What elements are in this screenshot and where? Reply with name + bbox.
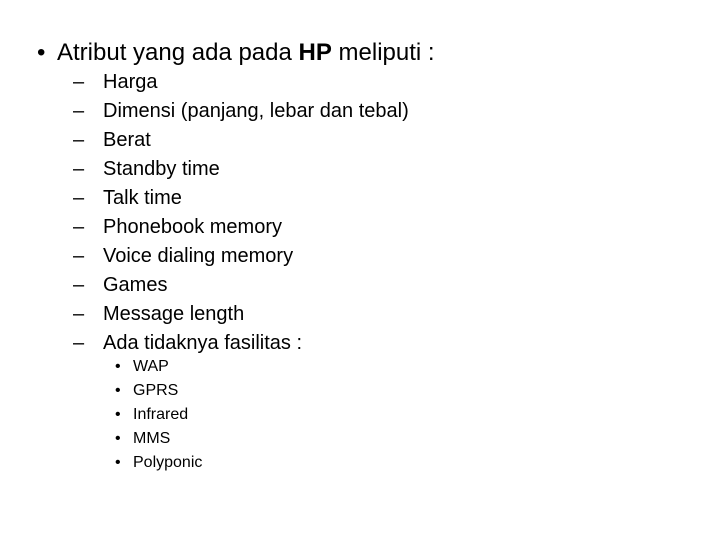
bullet-icon: •: [115, 454, 121, 471]
dash-icon: –: [73, 332, 85, 354]
dash-icon: –: [73, 303, 85, 325]
dash-icon: –: [73, 216, 85, 238]
bold-text: HP: [298, 39, 332, 66]
bullet-icon: •: [115, 358, 121, 375]
dash-icon: –: [73, 100, 85, 122]
bullet-icon: •: [115, 406, 121, 423]
bullet-icon: •: [115, 430, 121, 447]
dash-icon: –: [73, 158, 85, 180]
dash-icon: –: [73, 187, 85, 209]
bullet-icon: •: [37, 39, 46, 66]
dash-icon: –: [73, 245, 85, 267]
dash-icon: –: [73, 71, 85, 93]
dash-icon: –: [73, 129, 85, 151]
dash-icon: –: [73, 274, 85, 296]
bullet-icon: •: [115, 382, 121, 399]
bullet-item-title: • Atribut yang ada pada HP meliputi :: [37, 41, 637, 69]
bullet-text: Atribut yang ada pada HP meliputi :: [57, 39, 435, 66]
slide: • Atribut yang ada pada HP meliputi : – H…: [0, 0, 720, 540]
